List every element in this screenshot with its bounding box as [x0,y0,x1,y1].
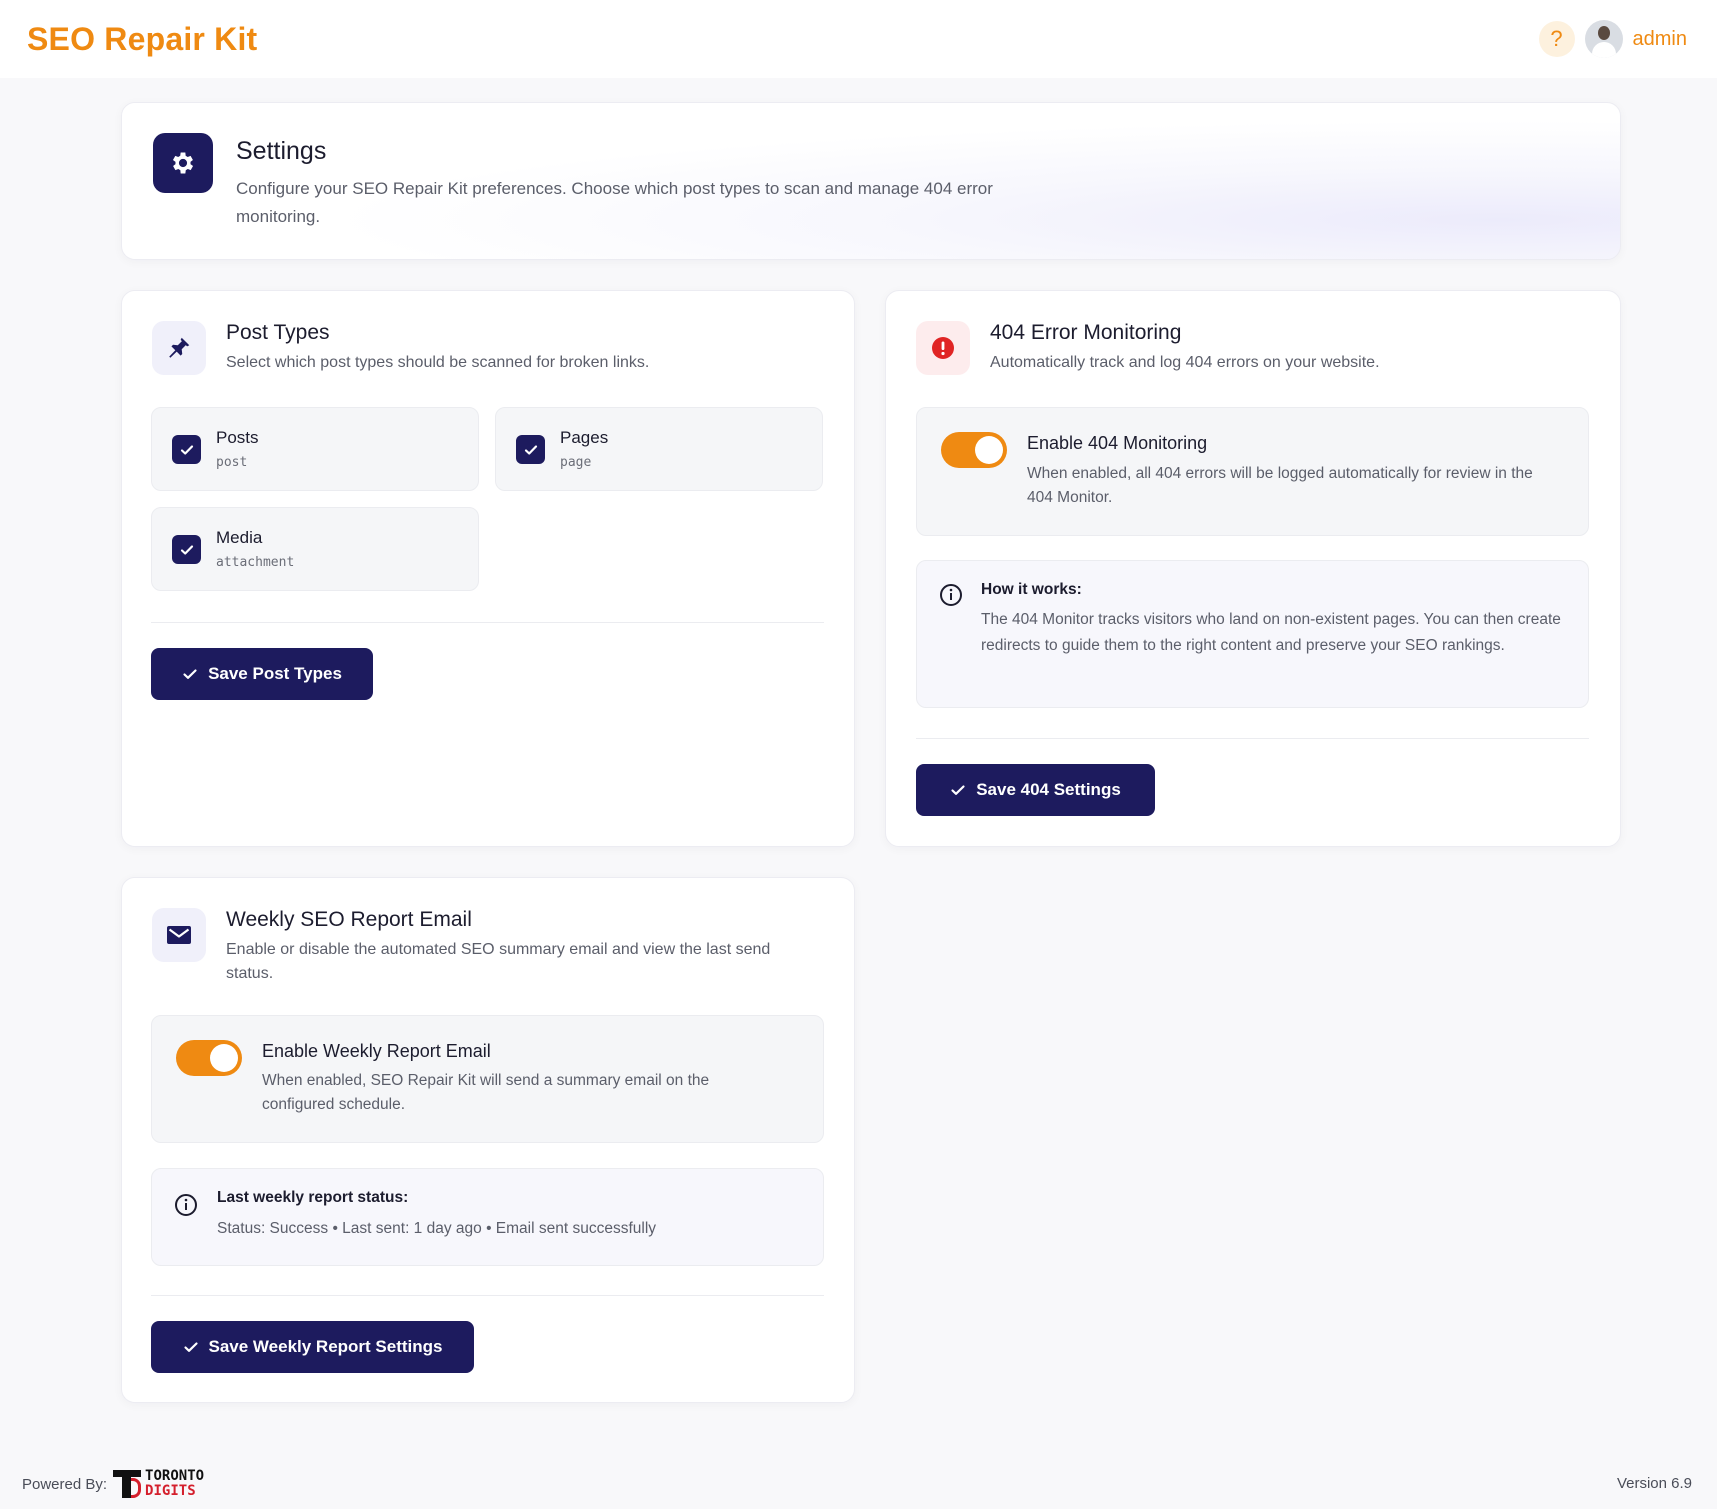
logo-line-1: TORONTO [145,1468,205,1484]
app-title: SEO Repair Kit [27,20,258,57]
enable-weekly-toggle[interactable] [176,1040,242,1076]
toggle-title: Enable Weekly Report Email [262,1041,491,1061]
page-title: Settings [236,137,327,165]
post-type-slug: post [216,455,248,470]
save-weekly-report-label: Save Weekly Report Settings [208,1337,443,1356]
pin-icon [152,321,206,375]
avatar[interactable] [1584,20,1623,58]
post-types-card: Post Types Select which post types shoul… [121,290,855,847]
weekly-toggle-box: Enable Weekly Report Email When enabled,… [151,1015,824,1143]
checkbox-media[interactable] [172,535,201,564]
post-type-pages[interactable]: Pages page [495,407,823,491]
weekly-report-card: Weekly SEO Report Email Enable or disabl… [121,877,855,1403]
monitoring-card: 404 Error Monitoring Automatically track… [885,290,1621,847]
help-icon[interactable]: ? [1538,21,1575,57]
info-icon [940,584,962,606]
post-types-description: Select which post types should be scanne… [226,354,650,371]
post-type-slug: page [560,455,592,470]
gear-icon [153,133,213,193]
page-description: Configure your SEO Repair Kit preference… [236,179,993,226]
how-it-works-box: How it works: The 404 Monitor tracks vis… [916,560,1589,708]
save-post-types-button[interactable]: Save Post Types [151,648,373,700]
monitoring-description: Automatically track and log 404 errors o… [990,354,1380,371]
enable-404-toggle[interactable] [941,432,1007,468]
divider [151,1295,824,1296]
user-name[interactable]: admin [1633,28,1687,51]
save-404-settings-button[interactable]: Save 404 Settings [916,764,1155,816]
save-weekly-report-button[interactable]: Save Weekly Report Settings [151,1321,474,1373]
post-type-label: Pages [560,428,609,447]
post-type-posts[interactable]: Posts post [151,407,479,491]
status-text: Status: Success • Last sent: 1 day ago •… [217,1220,657,1237]
post-types-title: Post Types [226,321,330,344]
save-404-settings-label: Save 404 Settings [976,780,1121,799]
save-post-types-label: Save Post Types [208,664,342,683]
checkbox-pages[interactable] [516,435,545,464]
mail-icon [152,908,206,962]
info-text: The 404 Monitor tracks visitors who land… [981,611,1561,654]
check-icon [183,669,197,679]
post-type-media[interactable]: Media attachment [151,507,479,591]
version-label: Version 6.9 [1616,1475,1692,1492]
toronto-digits-logo[interactable]: TORONTO DIGITS [113,1468,204,1500]
weekly-description: Enable or disable the automated SEO summ… [226,941,771,982]
footer-powered-by: Powered By: TORONTO DIGITS [22,1468,204,1500]
top-bar: SEO Repair Kit ? admin [0,0,1717,78]
powered-by-label: Powered By: [22,1475,108,1493]
post-type-slug: attachment [216,555,295,570]
info-icon [175,1194,197,1216]
checkbox-posts[interactable] [172,435,201,464]
alert-icon [916,321,970,375]
settings-header-card: Settings Configure your SEO Repair Kit p… [121,102,1621,260]
weekly-title: Weekly SEO Report Email [226,908,472,931]
monitoring-title: 404 Error Monitoring [990,321,1182,344]
check-icon [183,1342,198,1352]
divider [916,738,1589,739]
post-type-label: Posts [216,428,259,447]
info-title: How it works: [981,581,1082,598]
status-title: Last weekly report status: [217,1189,409,1206]
toggle-title: Enable 404 Monitoring [1027,433,1208,453]
post-type-label: Media [216,528,263,547]
user-area: ? admin [1538,20,1687,58]
weekly-status-box: Last weekly report status: Status: Succe… [151,1168,824,1266]
logo-line-2: DIGITS [145,1483,196,1499]
toggle-description: When enabled, SEO Repair Kit will send a… [262,1072,710,1113]
divider [151,622,824,623]
toggle-description: When enabled, all 404 errors will be log… [1027,465,1533,506]
monitoring-toggle-box: Enable 404 Monitoring When enabled, all … [916,407,1589,536]
check-icon [951,785,965,795]
